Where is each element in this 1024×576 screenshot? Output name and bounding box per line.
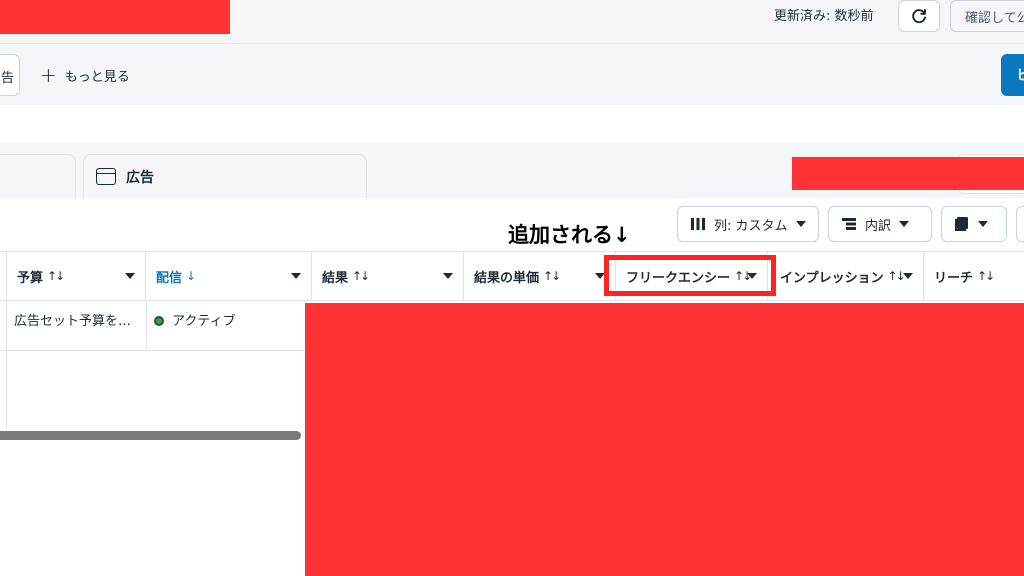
column-header-impressions[interactable]: インプレッション ↑↓ bbox=[768, 251, 924, 301]
columns-button[interactable]: 列: カスタム bbox=[677, 206, 819, 242]
reports-button[interactable] bbox=[941, 206, 1007, 242]
redacted-area bbox=[792, 157, 1024, 190]
column-header-budget[interactable]: 予算 ↑↓ bbox=[7, 251, 146, 301]
sort-icon: ↑↓ bbox=[47, 269, 65, 283]
action-bar bbox=[0, 45, 1024, 105]
column-header-spacer bbox=[0, 251, 7, 301]
row-divider bbox=[146, 302, 147, 350]
delivery-status-text: アクティブ bbox=[172, 314, 236, 329]
columns-button-label: 列: カスタム bbox=[714, 218, 788, 234]
last-updated-text: 更新済み: 数秒前 bbox=[774, 9, 874, 24]
chevron-down-icon bbox=[125, 273, 135, 279]
redacted-area bbox=[305, 303, 1024, 576]
sort-icon: ↑↓ bbox=[977, 269, 995, 283]
chevron-down-icon bbox=[291, 273, 301, 279]
window-icon bbox=[96, 168, 116, 185]
partial-action-button[interactable]: 告 bbox=[0, 54, 20, 96]
tab-ads[interactable]: 広告 bbox=[83, 154, 367, 198]
row-divider bbox=[6, 302, 7, 428]
sort-icon: ↑↓ bbox=[543, 269, 561, 283]
horizontal-scrollbar[interactable] bbox=[0, 431, 301, 440]
more-toolbar-button[interactable] bbox=[1016, 206, 1024, 242]
breakdown-icon bbox=[842, 218, 856, 230]
sort-icon: ↑↓ bbox=[352, 269, 370, 283]
tab-ads-label: 広告 bbox=[126, 169, 154, 186]
chevron-down-icon bbox=[978, 221, 988, 227]
plus-icon: + bbox=[40, 63, 57, 87]
refresh-icon bbox=[912, 9, 926, 24]
breakdown-button[interactable]: 内訳 bbox=[828, 206, 932, 242]
more-button[interactable]: + もっと見る bbox=[40, 60, 130, 90]
sort-icon: ↑↓ bbox=[887, 269, 906, 283]
more-button-label: もっと見る bbox=[64, 69, 130, 85]
review-and-publish-button[interactable]: 確認して公 bbox=[950, 0, 1024, 32]
delivery-cell: アクティブ bbox=[154, 310, 236, 329]
chevron-down-icon bbox=[443, 273, 453, 279]
column-header-reach[interactable]: リーチ ↑↓ bbox=[924, 251, 1024, 301]
column-header-delivery[interactable]: 配信 ↓ bbox=[146, 251, 312, 301]
chevron-down-icon bbox=[899, 221, 910, 227]
column-header-results[interactable]: 結果 ↑↓ bbox=[312, 251, 464, 301]
redacted-area bbox=[0, 0, 230, 34]
frequency-highlight-box bbox=[604, 255, 776, 296]
budget-cell: 広告セット予算を… bbox=[14, 314, 132, 329]
tab-adsets[interactable] bbox=[0, 154, 76, 198]
columns-icon bbox=[691, 218, 705, 230]
annotation-text: 追加される↓ bbox=[508, 223, 631, 247]
primary-action-button[interactable]: ヒ bbox=[1001, 54, 1024, 96]
chevron-down-icon bbox=[903, 273, 913, 279]
chevron-down-icon bbox=[795, 221, 806, 227]
breakdown-button-label: 内訳 bbox=[865, 218, 892, 234]
column-header-cost-per-result[interactable]: 結果の単価 ↑↓ bbox=[464, 251, 616, 301]
refresh-button[interactable] bbox=[898, 0, 940, 32]
sort-icon: ↓ bbox=[186, 269, 197, 283]
reports-icon bbox=[955, 217, 968, 231]
status-dot-icon bbox=[154, 316, 164, 326]
row-divider bbox=[0, 350, 306, 351]
